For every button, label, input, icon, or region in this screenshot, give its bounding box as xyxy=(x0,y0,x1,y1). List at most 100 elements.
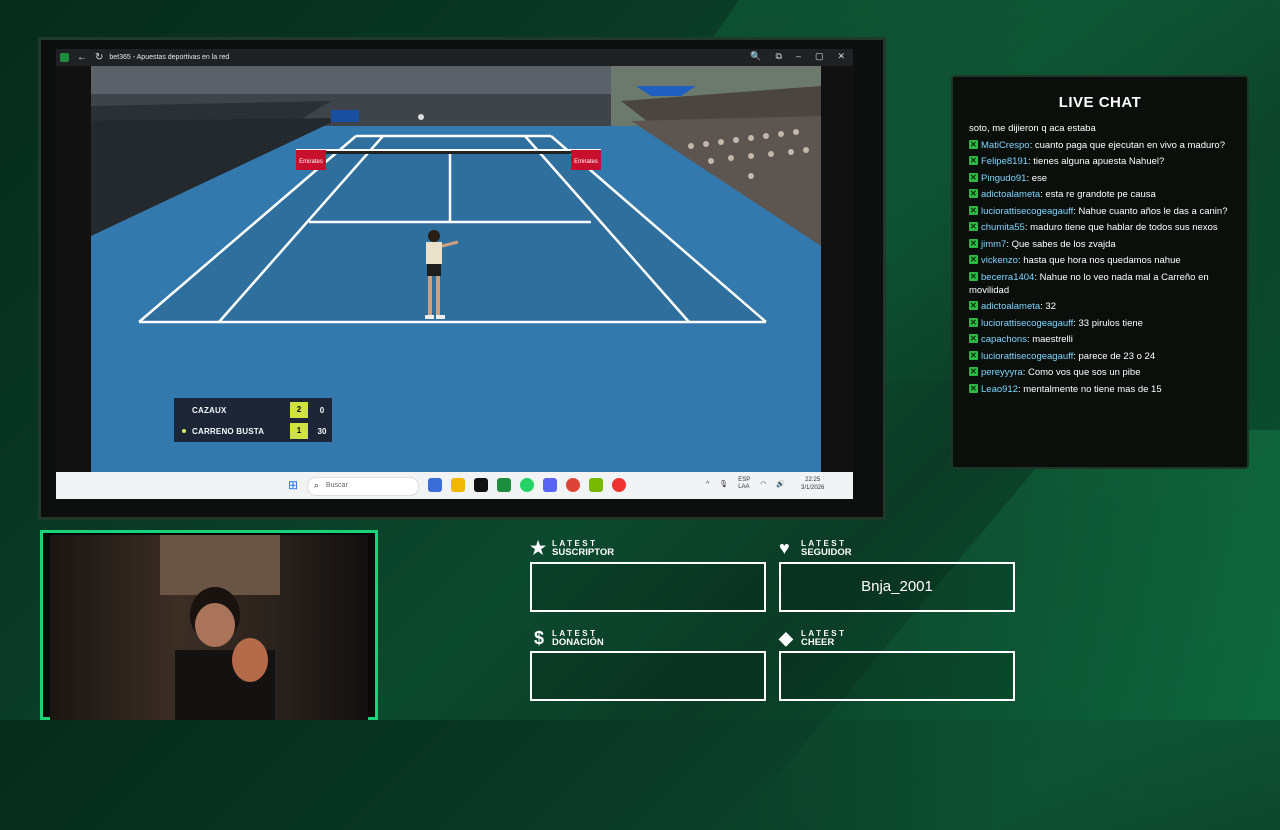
court-banner-left: Emirates xyxy=(299,159,323,165)
moderator-badge-icon xyxy=(969,270,978,283)
chat-username: Pingudo91 xyxy=(981,172,1027,184)
chat-text: : parece de 23 o 24 xyxy=(1073,350,1156,362)
latest-label: SUSCRIPTOR xyxy=(552,547,615,558)
chat-username: adictoalameta xyxy=(981,189,1041,200)
site-favicon-icon xyxy=(60,53,69,62)
zoom-icon[interactable]: 🔍 xyxy=(750,51,761,62)
tab-title: bet365 - Apuestas deportivas en la red xyxy=(109,54,230,61)
serve-indicator-icon xyxy=(182,429,186,433)
clock-time: 22:25 xyxy=(805,477,821,483)
chat-text: : cuanto paga que ejecutan en vivo a mad… xyxy=(1029,139,1225,151)
chat-message: luciorattisecogeagauff: 33 pirulos tiene xyxy=(969,316,1235,330)
chat-text: : mentalmente no tiene mas de 15 xyxy=(1017,383,1162,395)
chat-username: Felipe8191 xyxy=(981,156,1029,167)
chat-message: Felipe8191: tienes alguna apuesta Nahuel… xyxy=(969,154,1235,168)
dollar-icon: $ xyxy=(534,628,545,648)
moderator-badge-icon xyxy=(969,204,978,217)
chat-message: chumita55: maduro tiene que hablar de to… xyxy=(969,220,1235,234)
chevron-up-icon[interactable]: ^ xyxy=(706,481,709,488)
chat-message: adictoalameta: esta re grandote pe causa xyxy=(969,187,1235,201)
moderator-badge-icon xyxy=(969,349,978,362)
chat-message: luciorattisecogeagauff: parece de 23 o 2… xyxy=(969,349,1235,363)
chat-username: pereyyyra xyxy=(981,367,1023,378)
webcam-feed xyxy=(50,535,368,720)
latest-label: SEGUIDOR xyxy=(801,547,852,558)
language-indicator[interactable]: ESP LAA xyxy=(738,477,750,491)
minimize-button[interactable]: – xyxy=(796,51,801,62)
chat-text: : hasta que hora nos quedamos nahue xyxy=(1017,255,1181,266)
chat-message-list: soto, me dijieron q aca estaba MatiCresp… xyxy=(969,122,1235,399)
latest-suscriptor-box xyxy=(530,562,766,612)
close-button[interactable]: ✕ xyxy=(837,51,845,62)
chat-username: vickenzo xyxy=(981,255,1018,266)
chat-message: pereyyyra: Como vos que sos un pibe xyxy=(969,365,1235,379)
teams-icon[interactable] xyxy=(543,478,557,492)
maximize-button[interactable]: ▢ xyxy=(815,51,824,62)
chat-message: becerra1404: Nahue no lo veo nada mal a … xyxy=(969,270,1235,297)
moderator-badge-icon xyxy=(969,365,978,378)
browser-window: ← ↻ bet365 - Apuestas deportivas en la r… xyxy=(56,49,853,499)
chat-username: luciorattisecogeagauff xyxy=(981,205,1074,217)
chat-username: luciorattisecogeagauff xyxy=(981,350,1074,362)
chat-text: : maduro tiene que hablar de todos sus n… xyxy=(1024,222,1218,233)
diamond-icon: ◆ xyxy=(779,628,793,648)
chat-username: jimm7 xyxy=(981,238,1007,250)
moderator-badge-icon xyxy=(969,299,978,312)
tiktok-icon[interactable] xyxy=(474,478,488,492)
chat-text: : esta re grandote pe causa xyxy=(1040,189,1156,200)
moderator-badge-icon xyxy=(969,382,978,395)
microphone-icon[interactable]: 🎙 xyxy=(719,480,728,488)
taskbar-search[interactable]: ⌕ Buscar xyxy=(307,477,419,496)
tennis-video[interactable]: Emirates Emirates CAZAUX 2 0 CARRENO BUS… xyxy=(91,66,821,472)
chat-text: : tienes alguna apuesta Nahuel? xyxy=(1028,156,1165,167)
chat-message: jimm7: Que sabes de los zvajda xyxy=(969,237,1235,251)
scoreboard-row-player1: CAZAUX 2 0 xyxy=(174,400,332,420)
moderator-badge-icon xyxy=(969,220,978,233)
chat-text: : maestrelli xyxy=(1026,334,1073,345)
copilot-icon[interactable] xyxy=(428,478,442,492)
search-placeholder: Buscar xyxy=(326,482,348,489)
chat-text: : Que sabes de los zvajda xyxy=(1006,238,1116,250)
volume-icon[interactable]: 🔊 xyxy=(776,480,785,488)
reload-button[interactable]: ↻ xyxy=(95,52,103,63)
player-sets: 2 xyxy=(290,402,308,418)
chat-message: adictoalameta: 32 xyxy=(969,299,1235,313)
moderator-badge-icon xyxy=(969,154,978,167)
wifi-icon[interactable]: ◠ xyxy=(760,480,766,488)
moderator-badge-icon xyxy=(969,332,978,345)
scoreboard-row-player2: CARRENO BUSTA 1 30 xyxy=(174,421,332,441)
taskbar-clock[interactable]: 22:25 3/1/2026 xyxy=(801,476,824,492)
nvidia-icon[interactable] xyxy=(589,478,603,492)
chat-username: becerra1404 xyxy=(981,271,1035,283)
chat-username: chumita55 xyxy=(981,222,1025,233)
player-name: CARRENO BUSTA xyxy=(192,426,265,436)
latest-donacion-box xyxy=(530,651,766,701)
court-banner-right: Emirates xyxy=(574,159,598,165)
star-icon: ★ xyxy=(530,538,547,558)
windows-start-icon[interactable]: ⊞ xyxy=(288,479,300,491)
latest-label: CHEER xyxy=(801,637,835,648)
windows-taskbar: ⊞ ⌕ Buscar ^ 🎙 ESP LAA ◠ 🔊 22:25 3/1/202… xyxy=(56,472,853,499)
chat-message: soto, me dijieron q aca estaba xyxy=(969,122,1235,135)
live-chat-panel: LIVE CHAT soto, me dijieron q aca estaba… xyxy=(951,75,1249,469)
chat-username: MatiCrespo xyxy=(981,139,1030,151)
player-sets: 1 xyxy=(290,423,308,439)
chat-username: capachons xyxy=(981,334,1027,345)
back-button[interactable]: ← xyxy=(77,52,87,63)
whatsapp-icon[interactable] xyxy=(520,478,534,492)
system-tray: ^ 🎙 ESP LAA ◠ 🔊 xyxy=(706,477,785,491)
bet365-app-icon[interactable] xyxy=(497,478,511,492)
moderator-badge-icon xyxy=(969,237,978,250)
chat-message: luciorattisecogeagauff: Nahue cuanto año… xyxy=(969,204,1235,218)
chat-username: Leao912 xyxy=(981,383,1018,395)
chat-text: : 32 xyxy=(1040,301,1057,312)
chat-username: adictoalameta xyxy=(981,301,1041,312)
video-letterbox-left xyxy=(56,66,91,472)
file-explorer-icon[interactable] xyxy=(451,478,465,492)
chat-text: : Nahue cuanto años le das a canin? xyxy=(1073,205,1228,217)
app-icon[interactable] xyxy=(612,478,626,492)
scoreboard: CAZAUX 2 0 CARRENO BUSTA 1 30 xyxy=(174,398,332,442)
chrome-icon[interactable] xyxy=(566,478,580,492)
install-app-icon[interactable]: ⧉ xyxy=(775,51,781,62)
search-icon: ⌕ xyxy=(314,480,320,490)
